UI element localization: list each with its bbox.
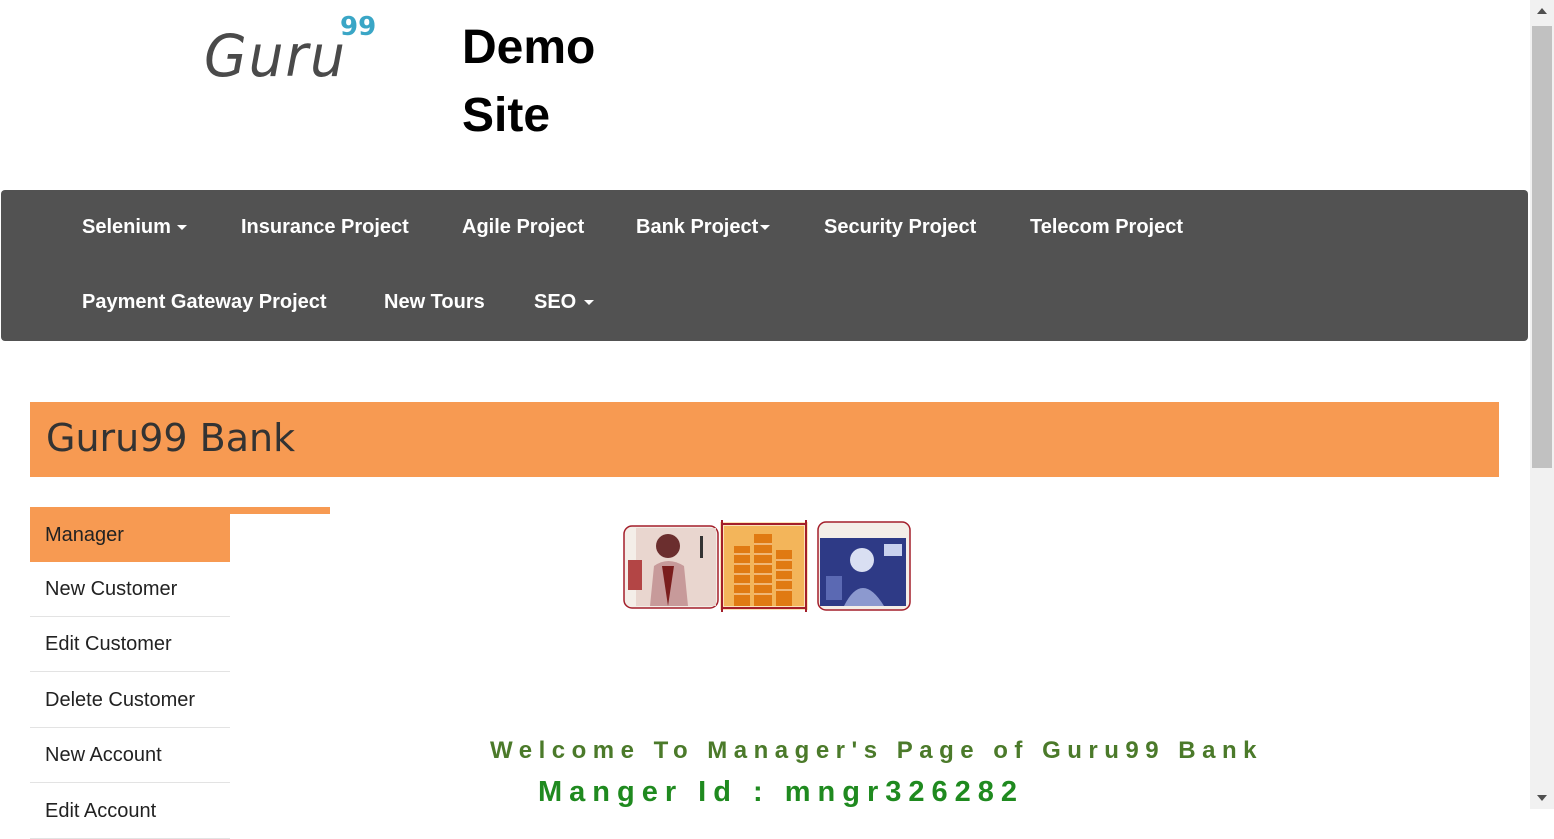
vertical-scrollbar[interactable] <box>1530 0 1554 809</box>
sidebar-item-delete-customer[interactable]: Delete Customer <box>30 673 230 728</box>
nav-label: Selenium <box>82 216 171 238</box>
logo-superscript: 99 <box>340 12 377 42</box>
nav-item-selenium[interactable]: Selenium <box>82 216 187 239</box>
bank-banner-image <box>623 520 911 612</box>
nav-item-telecom-project[interactable]: Telecom Project <box>1030 216 1183 239</box>
nav-label: Bank Project <box>636 216 759 238</box>
scroll-thumb[interactable] <box>1532 26 1552 468</box>
sidebar-item-edit-account[interactable]: Edit Account <box>30 784 230 839</box>
bank-title: Guru99 Bank <box>46 416 296 460</box>
caret-down-icon <box>176 225 187 231</box>
caret-down-icon <box>584 300 595 306</box>
nav-item-bank-project[interactable]: Bank Project <box>636 216 771 239</box>
welcome-message: Welcome To Manager's Page of Guru99 Bank <box>490 737 1263 764</box>
site-title: Demo Site <box>462 21 596 142</box>
logo-wordmark: Guru <box>204 22 347 90</box>
nav-label: SEO <box>534 291 577 313</box>
scroll-up-icon[interactable] <box>1537 8 1547 14</box>
nav-item-security-project[interactable]: Security Project <box>824 216 976 239</box>
businessman-photo <box>623 525 719 609</box>
sidebar-item-edit-customer[interactable]: Edit Customer <box>30 617 230 672</box>
scroll-down-icon[interactable] <box>1537 795 1547 801</box>
nav-item-new-tours[interactable]: New Tours <box>384 291 485 314</box>
sidebar-item-manager[interactable]: Manager <box>30 514 230 562</box>
caret-down-icon <box>760 225 771 231</box>
sidebar-item-new-customer[interactable]: New Customer <box>30 562 230 617</box>
sidebar-item-new-account[interactable]: New Account <box>30 728 230 783</box>
nav-item-seo[interactable]: SEO <box>534 291 595 314</box>
bank-header-bar: Guru99 Bank <box>30 402 1499 477</box>
nav-item-agile-project[interactable]: Agile Project <box>462 216 584 239</box>
manager-id: Manger Id : mngr326282 <box>538 776 1024 808</box>
nav-item-payment-gateway-project[interactable]: Payment Gateway Project <box>82 291 327 314</box>
nav-item-insurance-project[interactable]: Insurance Project <box>241 216 409 239</box>
woman-photo <box>817 521 911 611</box>
guru99-logo[interactable]: Guru 99 <box>204 8 384 90</box>
sidebar-top-border <box>30 507 330 514</box>
main-navbar: Selenium Insurance Project Agile Project… <box>1 190 1528 341</box>
coins-photo <box>720 520 808 612</box>
